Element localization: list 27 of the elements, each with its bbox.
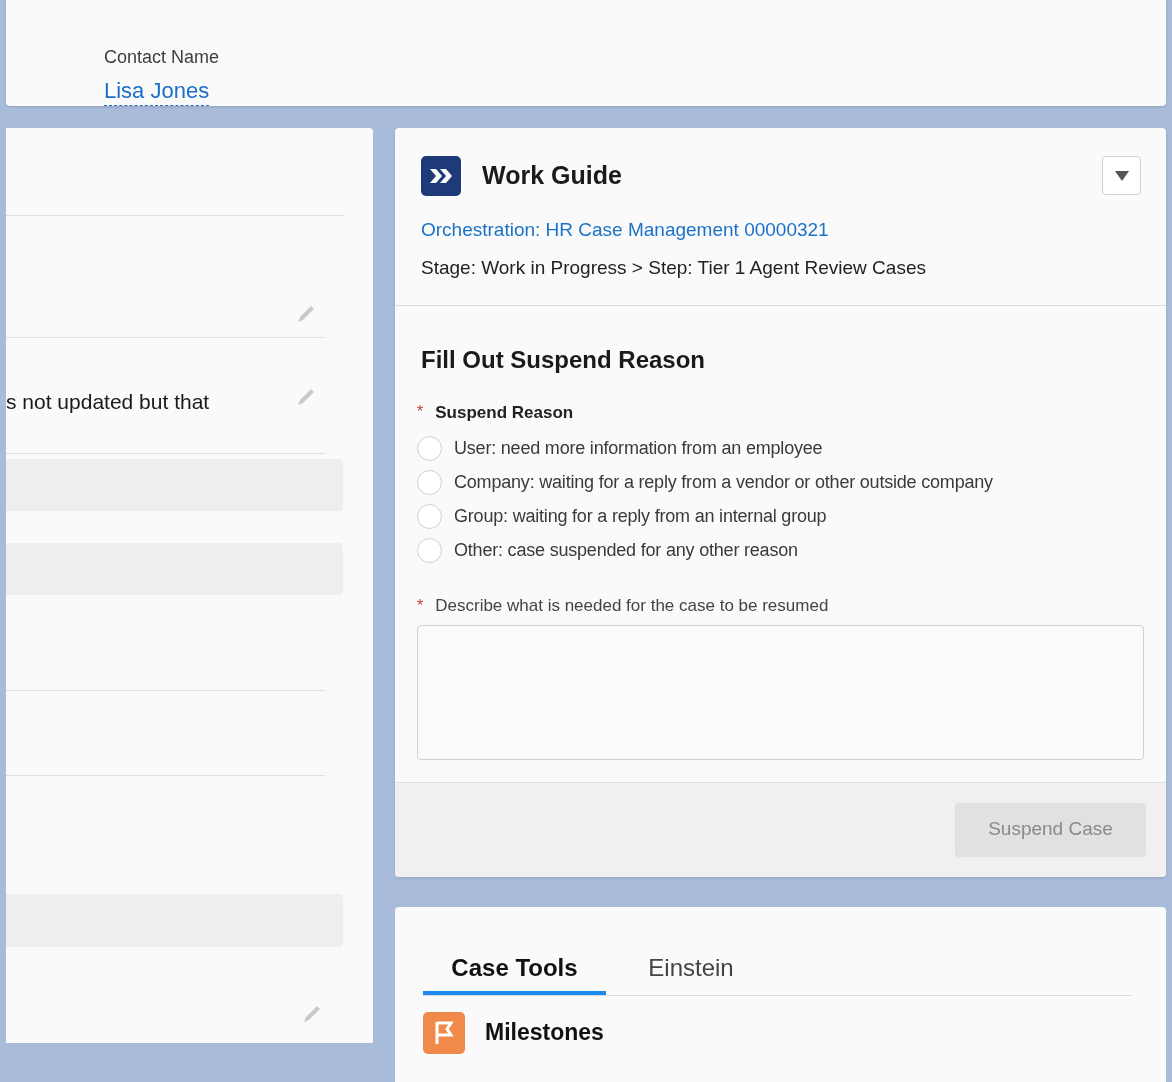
radio-option[interactable]: Company: waiting for a reply from a vendor or other outside company — [417, 465, 1140, 499]
orchestration-link[interactable]: Orchestration: HR Case Management 00000321 — [421, 215, 1140, 244]
flag-icon — [423, 1011, 465, 1054]
field-label: Suspend Reason — [435, 401, 574, 424]
radio-option[interactable]: Other: case suspended for any other reason — [417, 533, 1140, 567]
contact-link[interactable]: Lisa Jones — [104, 77, 210, 106]
description-field[interactable] — [417, 624, 1144, 760]
tab[interactable]: Case Tools — [423, 944, 606, 995]
radio-option[interactable]: Group: waiting for a reply from an internal group — [417, 499, 1140, 533]
radio-button[interactable] — [417, 537, 442, 563]
radio-button[interactable] — [417, 469, 442, 495]
dropdown-button[interactable] — [1102, 156, 1141, 195]
card-title: Work Guide — [482, 159, 622, 191]
required-asterisk: * — [417, 402, 424, 423]
tab[interactable]: Einstein — [606, 944, 776, 995]
field-value: s not updated but that — [6, 388, 210, 415]
field-label: Contact Name — [104, 46, 220, 69]
stage-text: Stage: Work in Progress > Step: Tier 1 Agent Review Cases — [421, 256, 927, 280]
radio-button[interactable] — [417, 503, 442, 529]
radio-option[interactable]: User: need more information from an employee — [417, 431, 1140, 465]
radio-button[interactable] — [417, 435, 442, 461]
field-label: Describe what is needed for the case to be resumed — [435, 595, 829, 617]
form-title: Fill Out Suspend Reason — [421, 344, 707, 375]
section-title: Milestones — [485, 1018, 604, 1048]
caret-icon — [1114, 170, 1129, 181]
double-chevron-icon — [421, 155, 461, 196]
required-asterisk: * — [417, 595, 424, 616]
